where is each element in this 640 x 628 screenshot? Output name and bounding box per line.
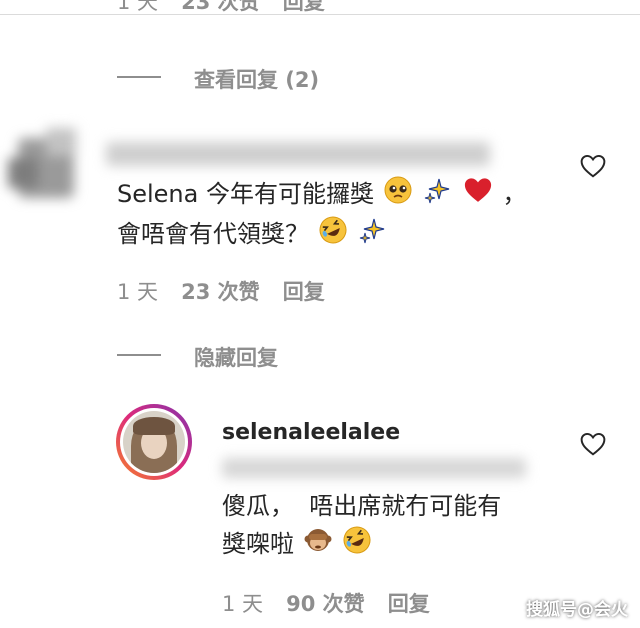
comment1-meta-row: 1 天 23 次赞 回复 — [117, 276, 325, 306]
reply-username[interactable]: selenaleelalee — [222, 420, 400, 445]
reply1-body: 傻瓜， 唔出席就冇可能有 獎㗎啦 — [222, 488, 501, 564]
blurred-username[interactable] — [106, 142, 490, 166]
heart-icon — [580, 154, 606, 178]
reply1-meta-row: 1 天 90 次赞 回复 — [222, 588, 430, 618]
red-heart-emoji — [463, 176, 493, 214]
comment1-time: 1 天 — [117, 280, 159, 304]
see-no-evil-monkey-emoji — [304, 526, 332, 564]
reply-avatar[interactable] — [116, 404, 192, 480]
reply1-time: 1 天 — [222, 592, 264, 616]
comment1-line1: Selena 今年有可能攞獎 ， — [117, 176, 527, 214]
comment1-body: Selena 今年有可能攞獎 ， 會唔會有代領獎？ — [117, 176, 527, 254]
sparkles-emoji — [423, 176, 451, 214]
top-comment-reply-button[interactable]: 回复 — [283, 0, 325, 14]
top-comment-time: 1 天 — [117, 0, 159, 14]
comment1-line1-tail: ， — [502, 180, 527, 208]
reply-blurred-text — [222, 458, 526, 478]
top-divider — [0, 14, 640, 15]
reply1-reply-button[interactable]: 回复 — [388, 592, 430, 616]
heart-icon — [580, 432, 606, 456]
comment1-likes[interactable]: 23 次赞 — [181, 280, 260, 304]
view-replies-line — [117, 76, 161, 78]
rofl-emoji — [319, 216, 347, 254]
reply1-likes[interactable]: 90 次赞 — [286, 592, 365, 616]
reply1-line2: 獎㗎啦 — [222, 526, 501, 564]
rofl-emoji — [343, 526, 371, 564]
comment1-line1-text: Selena 今年有可能攞獎 — [117, 180, 374, 208]
top-comment-likes[interactable]: 23 次赞 — [181, 0, 260, 14]
hide-replies-button[interactable]: 隐藏回复 — [194, 342, 278, 372]
watermark: 搜狐号@会火 — [526, 600, 628, 620]
blurred-avatar[interactable] — [8, 128, 78, 204]
pleading-face-emoji — [384, 176, 412, 214]
reply1-line2-text: 獎㗎啦 — [222, 530, 294, 558]
reply1-line1: 傻瓜， 唔出席就冇可能有 — [222, 492, 502, 520]
sparkles-emoji — [358, 216, 386, 254]
comment1-line2: 會唔會有代領獎？ — [117, 216, 527, 254]
view-replies-button[interactable]: 查看回复 (2) — [194, 64, 319, 94]
like-button-comment1[interactable] — [580, 154, 606, 178]
like-button-reply1[interactable] — [580, 432, 606, 456]
hide-replies-line — [117, 354, 161, 356]
comment1-reply-button[interactable]: 回复 — [283, 280, 325, 304]
comment1-line2-text: 會唔會有代領獎？ — [117, 220, 309, 248]
